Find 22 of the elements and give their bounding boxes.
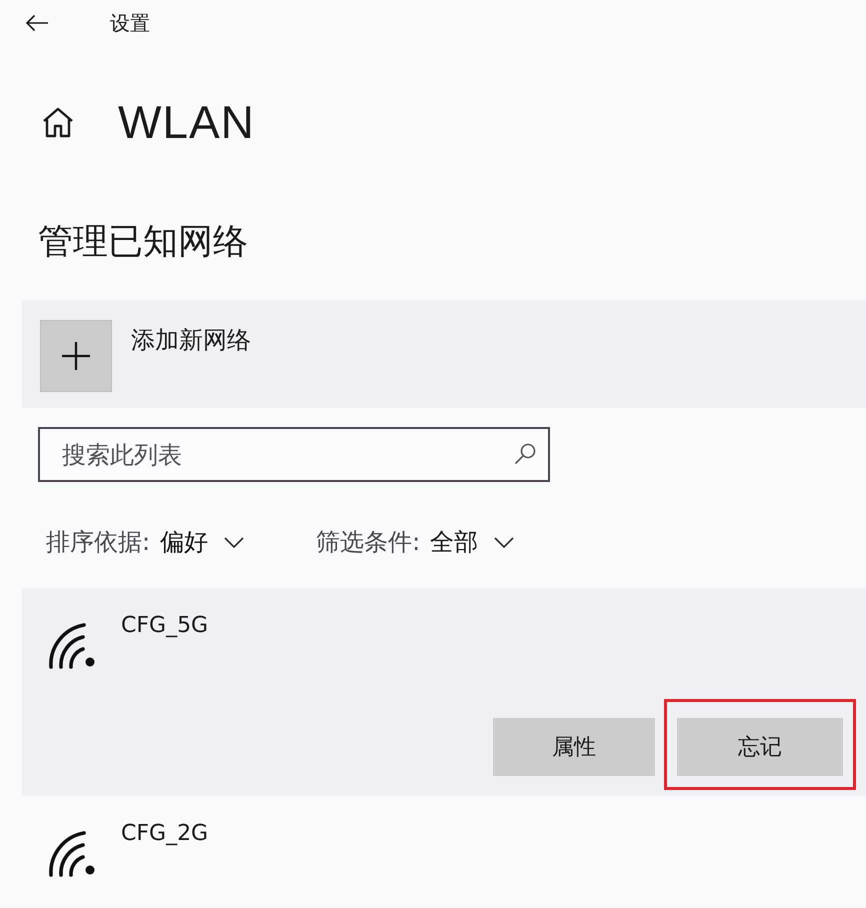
search-field[interactable]: 搜索此列表 bbox=[38, 427, 550, 482]
search-icon[interactable] bbox=[514, 443, 536, 465]
network-action-button[interactable]: 属性 bbox=[493, 718, 655, 776]
wifi-signal-icon bbox=[48, 622, 96, 669]
back-arrow-icon[interactable] bbox=[25, 14, 49, 32]
add-network-label: 添加新网络 bbox=[131, 328, 251, 352]
section-title: 管理已知网络 bbox=[38, 225, 248, 261]
plus-icon bbox=[40, 320, 112, 392]
chevron-down-icon bbox=[224, 536, 244, 548]
chevron-down-icon bbox=[494, 536, 514, 548]
wifi-signal-icon bbox=[48, 830, 96, 877]
page-title: WLAN bbox=[118, 99, 255, 145]
filter-dropdown[interactable]: 筛选条件: 全部 bbox=[316, 530, 514, 554]
network-list-item[interactable]: CFG_5G 属性 忘记 bbox=[22, 588, 866, 796]
home-icon[interactable] bbox=[42, 106, 74, 138]
network-name: CFG_2G bbox=[121, 823, 208, 845]
network-list-item[interactable]: CFG_2G bbox=[22, 796, 866, 907]
network-action-button[interactable]: 忘记 bbox=[677, 718, 843, 776]
network-name: CFG_5G bbox=[121, 615, 208, 637]
add-network-item[interactable]: 添加新网络 bbox=[22, 300, 866, 408]
window-title: 设置 bbox=[110, 12, 150, 32]
sort-dropdown[interactable]: 排序依据: 偏好 bbox=[46, 530, 244, 554]
